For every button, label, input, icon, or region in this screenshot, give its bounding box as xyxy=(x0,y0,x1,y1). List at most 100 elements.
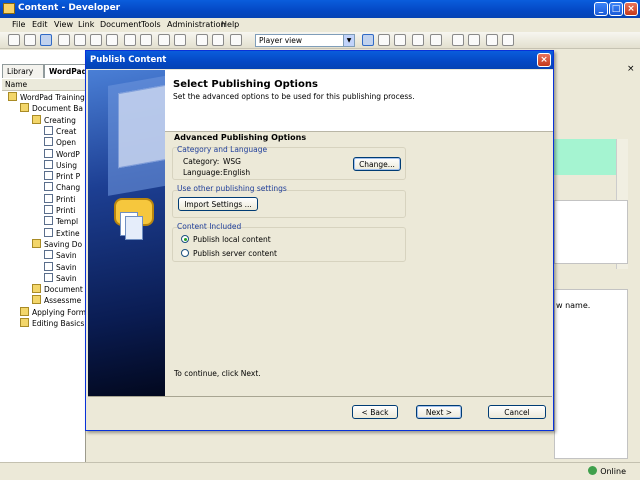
tree-item[interactable]: WordP xyxy=(44,148,86,159)
tree-item[interactable]: Extine xyxy=(44,227,86,238)
tree-item-label: Savin xyxy=(56,262,77,272)
paste-icon[interactable] xyxy=(90,34,102,46)
tree-item[interactable]: Document Ba xyxy=(20,103,86,113)
tree-item[interactable]: Creating xyxy=(32,114,86,125)
close-window-button[interactable]: × xyxy=(624,2,638,16)
checkin-icon[interactable] xyxy=(486,34,498,46)
document-icon xyxy=(44,182,53,192)
tree-item[interactable]: Document xyxy=(32,284,86,294)
next-button[interactable]: Next > xyxy=(416,405,462,419)
tree-item[interactable]: Using xyxy=(44,159,86,170)
publish-local-radio[interactable] xyxy=(181,235,189,243)
menu-tools[interactable]: Tools xyxy=(141,20,161,29)
tree-item[interactable]: Savin xyxy=(44,250,86,260)
back-button[interactable]: < Back xyxy=(352,405,398,419)
copy-icon[interactable] xyxy=(74,34,86,46)
spell-icon[interactable] xyxy=(212,34,224,46)
tree-item[interactable]: Saving Do xyxy=(32,238,86,249)
document-icon xyxy=(44,272,53,282)
tree-item-label: Printi xyxy=(56,206,76,215)
preview-pane xyxy=(554,200,628,264)
tree-item-label: Using xyxy=(56,160,77,170)
tree-item[interactable]: Assessme xyxy=(32,295,86,305)
minimize-button[interactable]: _ xyxy=(594,2,608,16)
menu-document[interactable]: Document xyxy=(100,20,141,29)
forward-icon[interactable] xyxy=(174,34,186,46)
change-button[interactable]: Change... xyxy=(353,157,401,171)
menu-edit[interactable]: Edit xyxy=(32,20,48,29)
tree-item-label: Print P xyxy=(56,172,81,182)
publish-icon[interactable] xyxy=(40,34,52,46)
tree-item[interactable]: Chang xyxy=(44,182,86,192)
column-header-name[interactable]: Name xyxy=(2,79,86,91)
folder-icon xyxy=(32,238,41,248)
tree-item[interactable]: Savin xyxy=(44,272,86,283)
folder-icon xyxy=(32,114,41,124)
tree-item[interactable]: Printi xyxy=(44,205,86,215)
publish-server-radio[interactable] xyxy=(181,249,189,257)
split-horizontal-icon[interactable] xyxy=(378,34,390,46)
import-settings-button[interactable]: Import Settings ... xyxy=(178,197,258,211)
redo-icon[interactable] xyxy=(140,34,152,46)
upload-icon[interactable] xyxy=(452,34,464,46)
tab-wordpad[interactable]: WordPad xyxy=(44,64,88,78)
wizard-side-graphic xyxy=(88,70,165,396)
publish-server-label[interactable]: Publish server content xyxy=(193,249,277,258)
folder-icon xyxy=(32,295,41,305)
grid-icon[interactable] xyxy=(412,34,424,46)
undo-icon[interactable] xyxy=(124,34,136,46)
help-icon[interactable] xyxy=(230,34,242,46)
tree-item[interactable]: Print P xyxy=(44,171,86,181)
menu-view[interactable]: View xyxy=(54,20,73,29)
delete-icon[interactable] xyxy=(106,34,118,46)
menu-help[interactable]: Help xyxy=(221,20,239,29)
refresh-icon[interactable] xyxy=(430,34,442,46)
tree-item[interactable]: WordPad Training xyxy=(8,92,86,102)
tree-item-label: Assessme xyxy=(44,296,82,306)
tree-item[interactable]: Printi xyxy=(44,193,86,204)
tree-item-label: Applying Form xyxy=(32,307,86,317)
publish-content-dialog: Publish Content × Select Publishing Opti… xyxy=(85,50,554,431)
document-icon xyxy=(44,261,53,271)
maximize-button[interactable]: □ xyxy=(609,2,623,16)
tree-item[interactable]: Applying Form xyxy=(20,306,86,317)
language-value: English xyxy=(223,168,251,177)
close-pane-icon[interactable]: × xyxy=(627,64,637,74)
cancel-button[interactable]: Cancel xyxy=(488,405,546,419)
publish-local-label[interactable]: Publish local content xyxy=(193,235,271,244)
tree-item[interactable]: Creat xyxy=(44,125,86,136)
tab-library[interactable]: Library xyxy=(2,64,44,78)
tree-item[interactable]: Open xyxy=(44,137,86,147)
other-settings-label: Use other publishing settings xyxy=(177,184,287,193)
language-label: Language: xyxy=(183,168,223,177)
download-icon[interactable] xyxy=(468,34,480,46)
document-icon xyxy=(44,125,53,135)
back-icon[interactable] xyxy=(158,34,170,46)
right-pane-text: w name. xyxy=(556,301,591,310)
dialog-close-button[interactable]: × xyxy=(537,53,551,67)
tree-item[interactable]: Editing Basics xyxy=(20,318,86,328)
tree-item-label: Document Ba xyxy=(32,104,83,114)
dialog-title: Publish Content xyxy=(90,55,167,65)
menu-link[interactable]: Link xyxy=(78,20,94,29)
tree-item[interactable]: Savin xyxy=(44,261,86,272)
document-icon xyxy=(44,137,53,147)
checkout-icon[interactable] xyxy=(502,34,514,46)
menu-file[interactable]: File xyxy=(12,20,25,29)
find-icon[interactable] xyxy=(196,34,208,46)
online-status: Online xyxy=(588,466,626,476)
online-label: Online xyxy=(600,467,626,476)
view-select[interactable]: Player view ▼ xyxy=(255,34,355,47)
app-icon xyxy=(3,3,15,14)
menu-administration[interactable]: Administration xyxy=(167,20,226,29)
folder-icon xyxy=(20,306,29,316)
save-icon[interactable] xyxy=(24,34,36,46)
tree-item[interactable]: Templ xyxy=(44,216,86,226)
cut-icon[interactable] xyxy=(58,34,70,46)
document-icon xyxy=(44,250,53,260)
tree-item-label: Document xyxy=(44,285,83,295)
dialog-heading: Select Publishing Options xyxy=(173,79,318,90)
split-vertical-icon[interactable] xyxy=(394,34,406,46)
open-icon[interactable] xyxy=(8,34,20,46)
layout-icon[interactable] xyxy=(362,34,374,46)
